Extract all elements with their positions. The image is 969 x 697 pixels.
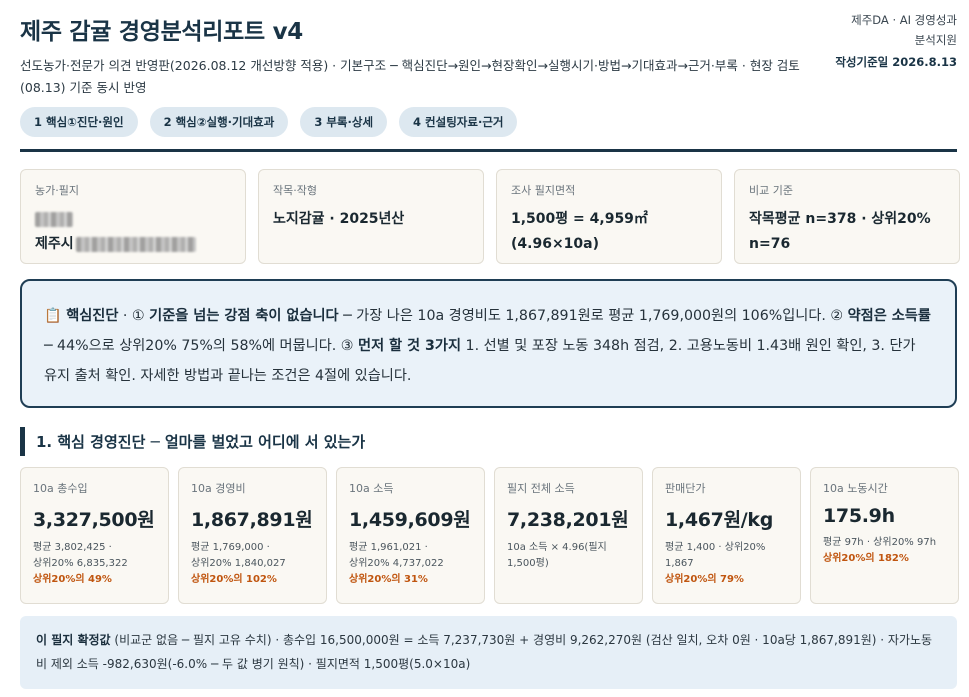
note-line: 상위20% 4,737,022	[349, 558, 444, 569]
metric-value: 1,867,891원	[191, 509, 313, 531]
confirmed-values-box: 이 필지 확정값 (비교군 없음 ─ 필지 고유 수치) · 총수입 16,50…	[20, 616, 957, 689]
page-title: 제주 감귤 경영분석리포트 v4	[20, 19, 303, 45]
metric-card-price: 판매단가 1,467원/kg 평균 1,400 · 상위20% 1,867 상위2…	[652, 467, 801, 604]
info-label: 농가·필지	[35, 184, 79, 197]
metric-percent: 상위20%의 182%	[823, 553, 909, 564]
note-line: 평균 3,802,425 ·	[33, 542, 112, 553]
metric-percent: 상위20%의 102%	[191, 574, 277, 585]
metric-card-cost: 10a 경영비 1,867,891원 평균 1,769,000 · 상위20% 1…	[178, 467, 327, 604]
redacted-address	[75, 236, 196, 252]
metric-value: 1,467원/kg	[665, 509, 774, 531]
metric-percent: 상위20%의 49%	[33, 574, 112, 585]
section-tabs: 1 핵심①진단·원인 2 핵심②실행·기대효과 3 부록·상세 4 컨설팅자료·…	[20, 107, 518, 137]
metric-label: 10a 소득	[349, 482, 394, 495]
header-divider	[20, 149, 957, 152]
metric-label: 10a 노동시간	[823, 482, 888, 495]
info-card-farm: 농가·필지 제주시	[20, 169, 246, 264]
core-diagnosis-box: 📋 핵심진단 · ① 기준을 넘는 강점 축이 없습니다 ─ 가장 나은 10a…	[20, 279, 957, 408]
info-value: 제주시	[35, 207, 231, 257]
metric-value: 3,327,500원	[33, 509, 155, 531]
metric-card-total-income: 필지 전체 소득 7,238,201원 10a 소득 × 4.96(필지 1,50…	[494, 467, 643, 604]
tab-consulting[interactable]: 4 컨설팅자료·근거	[399, 107, 518, 137]
metric-note: 평균 1,961,021 · 상위20% 4,737,022	[349, 540, 472, 572]
diagnosis-weakness: 약점은 소득률	[847, 308, 931, 324]
metric-note: 평균 1,400 · 상위20% 1,867	[665, 540, 788, 572]
page-subtitle: 선도농가·전문가 의견 반영판(2026.08.12 개선방향 적용) · 기본…	[20, 58, 800, 95]
note-line: 1,500평)	[507, 558, 549, 569]
metric-note: 평균 1,769,000 · 상위20% 1,840,027	[191, 540, 314, 572]
info-card-area: 조사 필지면적 1,500평 = 4,959㎡ (4.96×10a)	[496, 169, 722, 264]
info-card-compare: 비교 기준 작목평균 n=378 · 상위20% n=76	[734, 169, 960, 264]
metric-label: 필지 전체 소득	[507, 482, 575, 495]
tab-core-diagnosis[interactable]: 1 핵심①진단·원인	[20, 107, 138, 137]
diagnosis-head: 핵심진단	[66, 308, 119, 324]
meta-org: 제주DA · AI 경영성과	[851, 13, 957, 27]
farm-region: 제주시	[35, 236, 74, 252]
note-line: 평균 1,769,000 ·	[191, 542, 270, 553]
metric-card-income: 10a 소득 1,459,609원 평균 1,961,021 · 상위20% 4,…	[336, 467, 485, 604]
note-line: 1,867	[665, 558, 694, 569]
metric-note: 평균 3,802,425 · 상위20% 6,835,322	[33, 540, 156, 572]
diagnosis-text: ─ 44%으로 상위20% 75%의 58%에 머뭅니다. ③	[44, 338, 359, 354]
info-value: 작목평균 n=378 · 상위20% n=76	[749, 211, 931, 252]
meta-date: 작성기준일 2026.8.13	[835, 55, 957, 69]
diagnosis-actions: 먼저 할 것 3가지	[358, 338, 462, 354]
metric-card-revenue: 10a 총수입 3,327,500원 평균 3,802,425 · 상위20% 6…	[20, 467, 169, 604]
note-line: 평균 1,400 · 상위20%	[665, 542, 766, 553]
tab-core-execution[interactable]: 2 핵심②실행·기대효과	[149, 107, 289, 137]
metric-label: 판매단가	[665, 482, 706, 495]
metric-cards: 10a 총수입 3,327,500원 평균 3,802,425 · 상위20% 6…	[20, 467, 959, 604]
metric-value: 175.9h	[823, 505, 895, 527]
diagnosis-text: ─ 가장 나은 10a 경영비도 1,867,891원로 평균 1,769,00…	[338, 308, 848, 324]
metric-percent: 상위20%의 79%	[665, 574, 744, 585]
info-cards: 농가·필지 제주시 작목·작형 노지감귤 · 2025년산 조사 필지면적 1,…	[20, 169, 960, 264]
metric-note: 평균 97h · 상위20% 97h	[823, 537, 937, 548]
info-value: 노지감귤 · 2025년산	[273, 211, 405, 227]
info-label: 비교 기준	[749, 184, 793, 197]
metric-label: 10a 총수입	[33, 482, 88, 495]
metric-card-labor: 10a 노동시간 175.9h 평균 97h · 상위20% 97h 상위20%…	[810, 467, 959, 604]
note-line: 상위20% 6,835,322	[33, 558, 128, 569]
confirmed-values-head: 이 필지 확정값	[36, 633, 111, 647]
metric-value: 1,459,609원	[349, 509, 471, 531]
confirmed-values-text: (비교군 없음 ─ 필지 고유 수치) · 총수입 16,500,000원 = …	[36, 633, 933, 671]
diagnosis-strength: 기준을 넘는 강점 축이 없습니다	[149, 308, 339, 324]
diagnosis-text: · ①	[118, 308, 150, 324]
info-card-crop: 작목·작형 노지감귤 · 2025년산	[258, 169, 484, 264]
metric-note: 10a 소득 × 4.96(필지 1,500평)	[507, 540, 630, 572]
info-label: 조사 필지면적	[511, 184, 576, 197]
metric-percent: 상위20%의 31%	[349, 574, 428, 585]
info-value: 1,500평 = 4,959㎡ (4.96×10a)	[511, 211, 648, 252]
tab-appendix[interactable]: 3 부록·상세	[300, 107, 388, 137]
metric-label: 10a 경영비	[191, 482, 246, 495]
meta-org-sub: 분석지원	[914, 33, 957, 47]
metric-value: 7,238,201원	[507, 509, 629, 531]
redacted-name	[35, 211, 73, 227]
report-meta: 제주DA · AI 경영성과 분석지원 작성기준일 2026.8.13	[835, 10, 957, 72]
section-heading: 1. 핵심 경영진단 ─ 얼마를 벌었고 어디에 서 있는가	[20, 427, 365, 456]
note-line: 평균 1,961,021 ·	[349, 542, 428, 553]
clipboard-icon: 📋	[44, 308, 62, 324]
note-line: 10a 소득 × 4.96(필지	[507, 542, 607, 553]
info-label: 작목·작형	[273, 184, 317, 197]
note-line: 상위20% 1,840,027	[191, 558, 286, 569]
